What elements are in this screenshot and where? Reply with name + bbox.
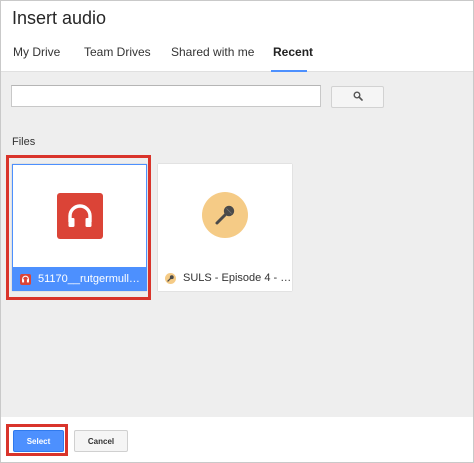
file-caption: SULS - Episode 4 - 3:9:... [158,266,292,290]
dialog-title: Insert audio [12,8,107,28]
tab-team-drives[interactable]: Team Drives [84,45,151,72]
file-thumbnail [13,165,146,267]
headphones-icon [56,193,103,239]
tab-recent[interactable]: Recent [273,45,313,72]
tab-shared-with-me[interactable]: Shared with me [171,45,254,72]
file-caption: 51170__rutgermuller__... [13,267,146,291]
insert-audio-dialog: Insert audio My Drive Team Drives Shared… [0,0,474,463]
files-section-label: Files [12,136,36,148]
microphone-icon [165,272,176,284]
dialog-footer: Select Cancel [1,417,473,462]
search-input[interactable] [11,85,321,107]
microphone-icon [202,192,248,238]
tab-bar: My Drive Team Drives Shared with me Rece… [1,39,473,72]
file-thumbnail [158,164,292,266]
tab-my-drive[interactable]: My Drive [13,45,60,72]
file-card[interactable]: SULS - Episode 4 - 3:9:... [158,164,292,291]
file-card-selected[interactable]: 51170__rutgermuller__... [12,164,147,291]
file-name: 51170__rutgermuller__... [38,273,146,285]
select-button[interactable]: Select [13,430,64,452]
file-name: SULS - Episode 4 - 3:9:... [183,272,292,284]
headphones-icon [20,273,31,285]
search-button[interactable] [331,86,384,108]
search-icon [353,88,363,106]
cancel-button[interactable]: Cancel [74,430,128,452]
file-browser-area: Files 51170__rutgermuller_ SULS - Episod… [1,72,473,417]
